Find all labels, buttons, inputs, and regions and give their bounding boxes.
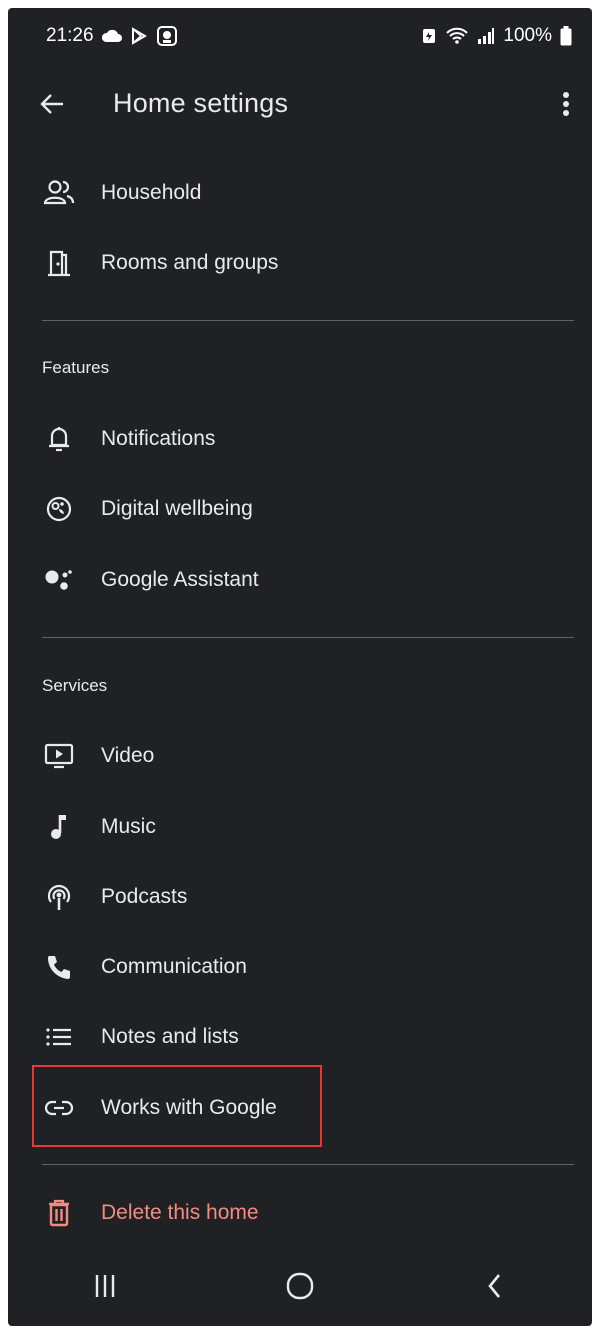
music-item[interactable]: Music [8, 795, 592, 859]
home-circle-icon [285, 1271, 315, 1306]
digital-wellbeing-item[interactable]: Digital wellbeing [8, 477, 592, 541]
assistant-icon [42, 563, 76, 597]
trash-icon [42, 1196, 76, 1230]
bell-icon [42, 422, 76, 456]
back-nav-button[interactable] [465, 1263, 525, 1313]
notes-and-lists-label: Notes and lists [101, 1025, 239, 1048]
google-assistant-item[interactable]: Google Assistant [8, 548, 592, 612]
wifi-icon [445, 27, 469, 45]
phone-screen: 21:26 100% Home settings Household Rooms… [8, 8, 592, 1326]
communication-label: Communication [101, 955, 247, 978]
battery-saver-icon [421, 27, 437, 45]
rooms-and-groups-label: Rooms and groups [101, 251, 279, 274]
delete-home-item[interactable]: Delete this home [8, 1181, 592, 1245]
status-left: 21:26 [46, 25, 178, 47]
works-with-google-label: Works with Google [101, 1096, 277, 1119]
podcast-icon [42, 880, 76, 914]
list-icon [42, 1020, 76, 1054]
status-bar: 21:26 100% [8, 8, 592, 64]
google-assistant-label: Google Assistant [101, 568, 259, 591]
delete-home-label: Delete this home [101, 1201, 259, 1224]
home-button[interactable] [270, 1263, 330, 1313]
rooms-and-groups-item[interactable]: Rooms and groups [8, 231, 592, 295]
digital-wellbeing-label: Digital wellbeing [101, 497, 253, 520]
phone-icon [42, 950, 76, 984]
play-store-icon [130, 27, 148, 45]
link-icon [42, 1091, 76, 1125]
battery-percent: 100% [503, 25, 552, 46]
communication-item[interactable]: Communication [8, 935, 592, 999]
chevron-left-icon [485, 1272, 505, 1305]
system-nav-bar [8, 1250, 592, 1326]
page-title: Home settings [113, 88, 289, 118]
notifications-label: Notifications [101, 427, 216, 450]
people-icon [42, 176, 76, 210]
music-note-icon [42, 810, 76, 844]
services-header: Services [42, 676, 108, 695]
battery-icon [560, 26, 572, 46]
podcasts-label: Podcasts [101, 885, 188, 908]
divider [42, 1164, 574, 1165]
divider [42, 320, 574, 321]
more-vert-icon [562, 91, 570, 122]
cloud-icon [101, 29, 122, 43]
features-header: Features [42, 358, 110, 377]
household-item[interactable]: Household [8, 161, 592, 225]
video-label: Video [101, 744, 155, 767]
arrow-back-icon [39, 91, 65, 122]
more-options-button[interactable] [546, 86, 586, 126]
signal-icon [477, 27, 495, 45]
notifications-item[interactable]: Notifications [8, 407, 592, 471]
household-label: Household [101, 181, 202, 204]
recent-apps-icon [92, 1273, 118, 1304]
works-with-google-item[interactable]: Works with Google [8, 1076, 592, 1140]
wellbeing-icon [42, 492, 76, 526]
door-icon [42, 246, 76, 280]
app-bar: Home settings [8, 64, 592, 148]
status-time: 21:26 [46, 25, 94, 46]
notes-and-lists-item[interactable]: Notes and lists [8, 1005, 592, 1069]
divider [42, 637, 574, 638]
recent-apps-button[interactable] [75, 1263, 135, 1313]
back-button[interactable] [32, 86, 72, 126]
video-icon [42, 739, 76, 773]
app-notification-icon [156, 25, 178, 47]
podcasts-item[interactable]: Podcasts [8, 865, 592, 929]
music-label: Music [101, 815, 156, 838]
status-right: 100% [421, 25, 572, 47]
video-item[interactable]: Video [8, 724, 592, 788]
